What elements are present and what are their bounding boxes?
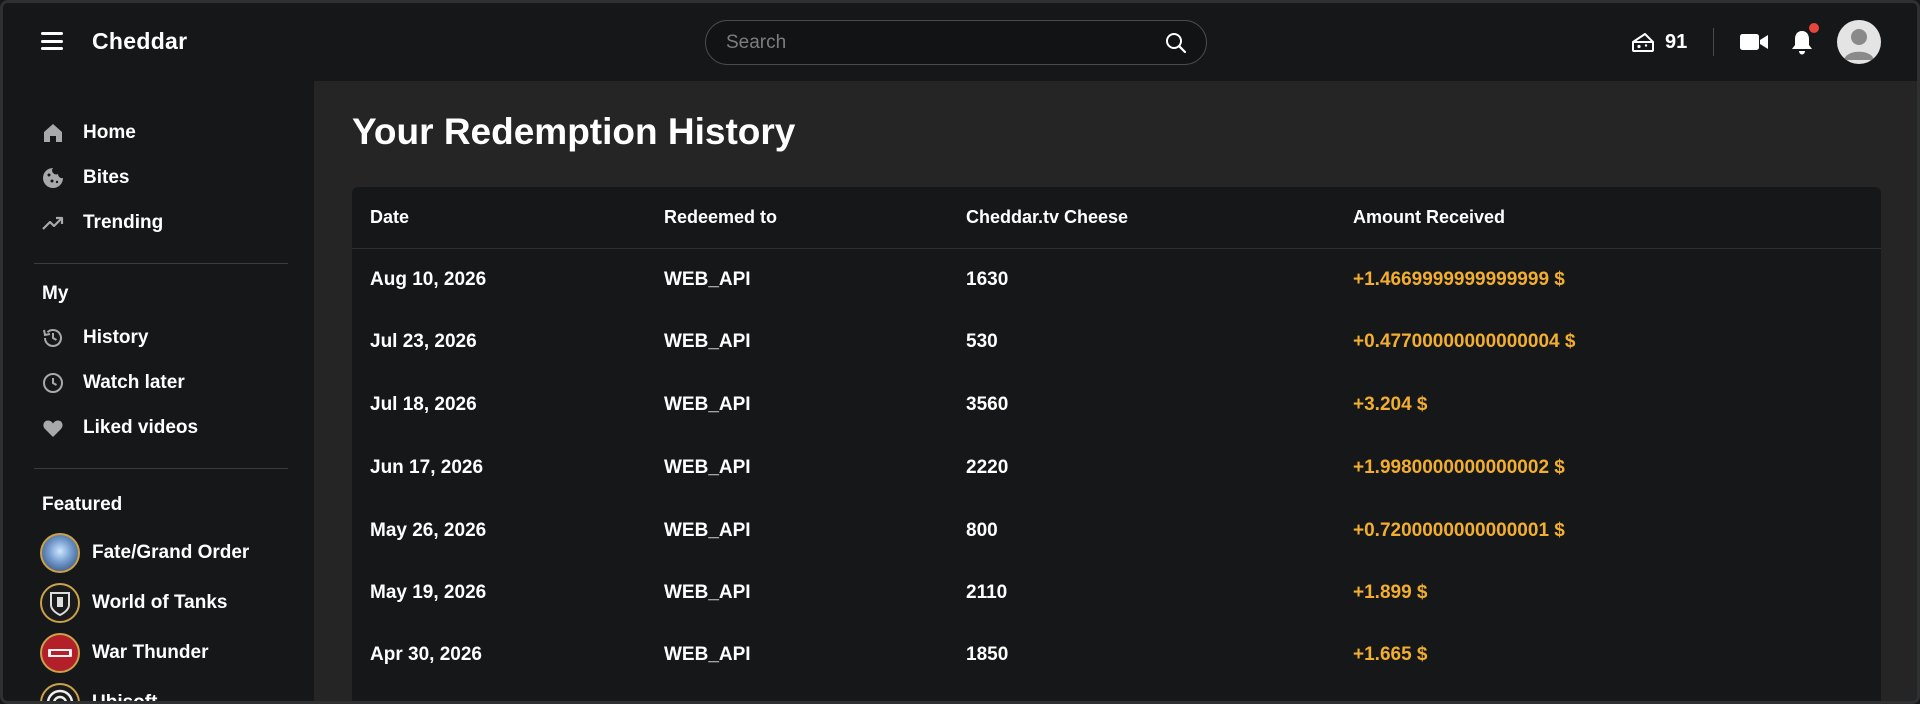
cheese-icon[interactable] — [1631, 31, 1655, 53]
featured-item-label: Fate/Grand Order — [92, 542, 250, 563]
cell-date: Jul 23, 2026 — [370, 331, 477, 352]
sidebar-divider — [34, 468, 288, 469]
main-content: Your Redemption History Date Redeemed to… — [314, 81, 1917, 701]
table-header: Date Redeemed to Cheddar.tv Cheese Amoun… — [352, 187, 1881, 249]
cell-date: May 19, 2026 — [370, 582, 487, 603]
sidebar-item-trending[interactable]: Trending — [3, 201, 314, 245]
cell-amount: +3.204 $ — [1353, 394, 1428, 415]
search-icon[interactable] — [1164, 31, 1188, 55]
menu-icon[interactable] — [41, 32, 63, 50]
trending-icon — [42, 216, 64, 230]
cell-cheese: 3560 — [966, 394, 1009, 415]
cell-redeemed-to: WEB_API — [664, 457, 751, 478]
section-title-featured: Featured — [42, 494, 123, 515]
cell-date: Aug 10, 2026 — [370, 269, 487, 290]
section-title-my: My — [42, 283, 69, 304]
column-header-cheese: Cheddar.tv Cheese — [966, 207, 1129, 227]
logo[interactable]: Cheddar — [92, 28, 187, 55]
cell-amount: +0.47700000000000004 $ — [1353, 331, 1576, 352]
header-divider — [1713, 28, 1714, 56]
cell-date: May 26, 2026 — [370, 520, 487, 541]
history-icon — [43, 329, 62, 347]
column-header-redeemed-to: Redeemed to — [664, 207, 778, 227]
ubisoft-logo-icon — [40, 683, 80, 701]
cell-redeemed-to: WEB_API — [664, 331, 751, 352]
table-row: May 26, 2026 WEB_API 800 +0.720000000000… — [352, 500, 1881, 562]
cell-cheese: 2110 — [966, 582, 1008, 603]
heart-icon — [43, 420, 63, 437]
featured-item-world-of-tanks[interactable]: World of Tanks — [3, 580, 314, 626]
avatar[interactable] — [1837, 20, 1881, 64]
cell-cheese: 800 — [966, 520, 998, 541]
cell-amount: +1.9980000000000002 $ — [1353, 457, 1565, 478]
cell-amount: +0.7200000000000001 $ — [1353, 520, 1565, 541]
table-row: Aug 10, 2026 WEB_API 1630 +1.46699999999… — [352, 249, 1881, 311]
cell-redeemed-to: WEB_API — [664, 582, 751, 603]
cell-amount: +1.899 $ — [1353, 582, 1428, 603]
cell-redeemed-to: WEB_API — [664, 644, 751, 665]
cell-redeemed-to: WEB_API — [664, 394, 751, 415]
table-row: Apr 30, 2026 WEB_API 1850 +1.665 $ — [352, 624, 1881, 686]
war-thunder-logo-icon — [40, 633, 80, 673]
featured-item-ubisoft[interactable]: Ubisoft — [3, 680, 314, 704]
cell-date: Apr 30, 2026 — [370, 644, 482, 665]
top-bar: Cheddar 91 — [3, 3, 1917, 81]
world-of-tanks-logo-icon — [40, 583, 80, 623]
cell-cheese: 1630 — [966, 269, 1009, 290]
page-title: Your Redemption History — [352, 111, 796, 152]
sidebar-divider — [34, 263, 288, 264]
search-input[interactable] — [726, 21, 1146, 64]
cell-cheese: 530 — [966, 331, 998, 352]
cell-cheese: 1850 — [966, 644, 1009, 665]
featured-item-label: War Thunder — [92, 642, 209, 663]
featured-item-label: World of Tanks — [92, 592, 228, 613]
sidebar-item-label: Liked videos — [83, 417, 199, 438]
user-icon — [1844, 29, 1874, 60]
column-header-date: Date — [370, 207, 410, 227]
cookie-icon — [43, 168, 63, 188]
sidebar-item-bites[interactable]: Bites — [3, 156, 314, 200]
sidebar-item-liked-videos[interactable]: Liked videos — [3, 406, 314, 450]
cell-cheese: 2220 — [966, 457, 1009, 478]
redemption-table: Date Redeemed to Cheddar.tv Cheese Amoun… — [352, 187, 1881, 701]
sidebar-item-label: History — [83, 327, 149, 348]
clock-icon — [43, 373, 63, 393]
cell-redeemed-to: WEB_API — [664, 520, 751, 541]
video-camera-icon[interactable] — [1739, 31, 1769, 53]
sidebar-item-history[interactable]: History — [3, 316, 314, 360]
cheese-balance[interactable]: 91 — [1665, 31, 1687, 54]
app-window: Cheddar 91 — [0, 0, 1920, 704]
cell-amount: +1.4669999999999999 $ — [1353, 269, 1565, 290]
sidebar-item-watch-later[interactable]: Watch later — [3, 361, 314, 405]
sidebar-item-home[interactable]: Home — [3, 111, 314, 155]
table-row: Jun 17, 2026 WEB_API 2220 +1.99800000000… — [352, 437, 1881, 499]
table-row: Jul 18, 2026 WEB_API 3560 +3.204 $ — [352, 374, 1881, 436]
featured-item-war-thunder[interactable]: War Thunder — [3, 630, 314, 676]
cell-amount: +1.665 $ — [1353, 644, 1428, 665]
home-icon — [44, 124, 62, 142]
search-bar — [705, 20, 1207, 65]
fate-grand-order-logo-icon — [40, 533, 80, 573]
table-row: May 19, 2026 WEB_API 2110 +1.899 $ — [352, 562, 1881, 624]
cell-date: Jun 17, 2026 — [370, 457, 484, 478]
sidebar-item-label: Bites — [83, 167, 130, 188]
cell-redeemed-to: WEB_API — [664, 269, 751, 290]
sidebar: Home Bites Trending My History Watch lat… — [3, 81, 314, 704]
column-header-amount: Amount Received — [1353, 207, 1506, 227]
sidebar-item-label: Watch later — [83, 372, 185, 393]
sidebar-item-label: Trending — [83, 212, 164, 233]
featured-item-label: Ubisoft — [92, 692, 158, 704]
table-row: Jul 23, 2026 WEB_API 530 +0.477000000000… — [352, 311, 1881, 373]
cell-date: Jul 18, 2026 — [370, 394, 477, 415]
notification-badge — [1809, 23, 1819, 33]
sidebar-item-label: Home — [83, 122, 136, 143]
featured-item-fate-grand-order[interactable]: Fate/Grand Order — [3, 530, 314, 576]
